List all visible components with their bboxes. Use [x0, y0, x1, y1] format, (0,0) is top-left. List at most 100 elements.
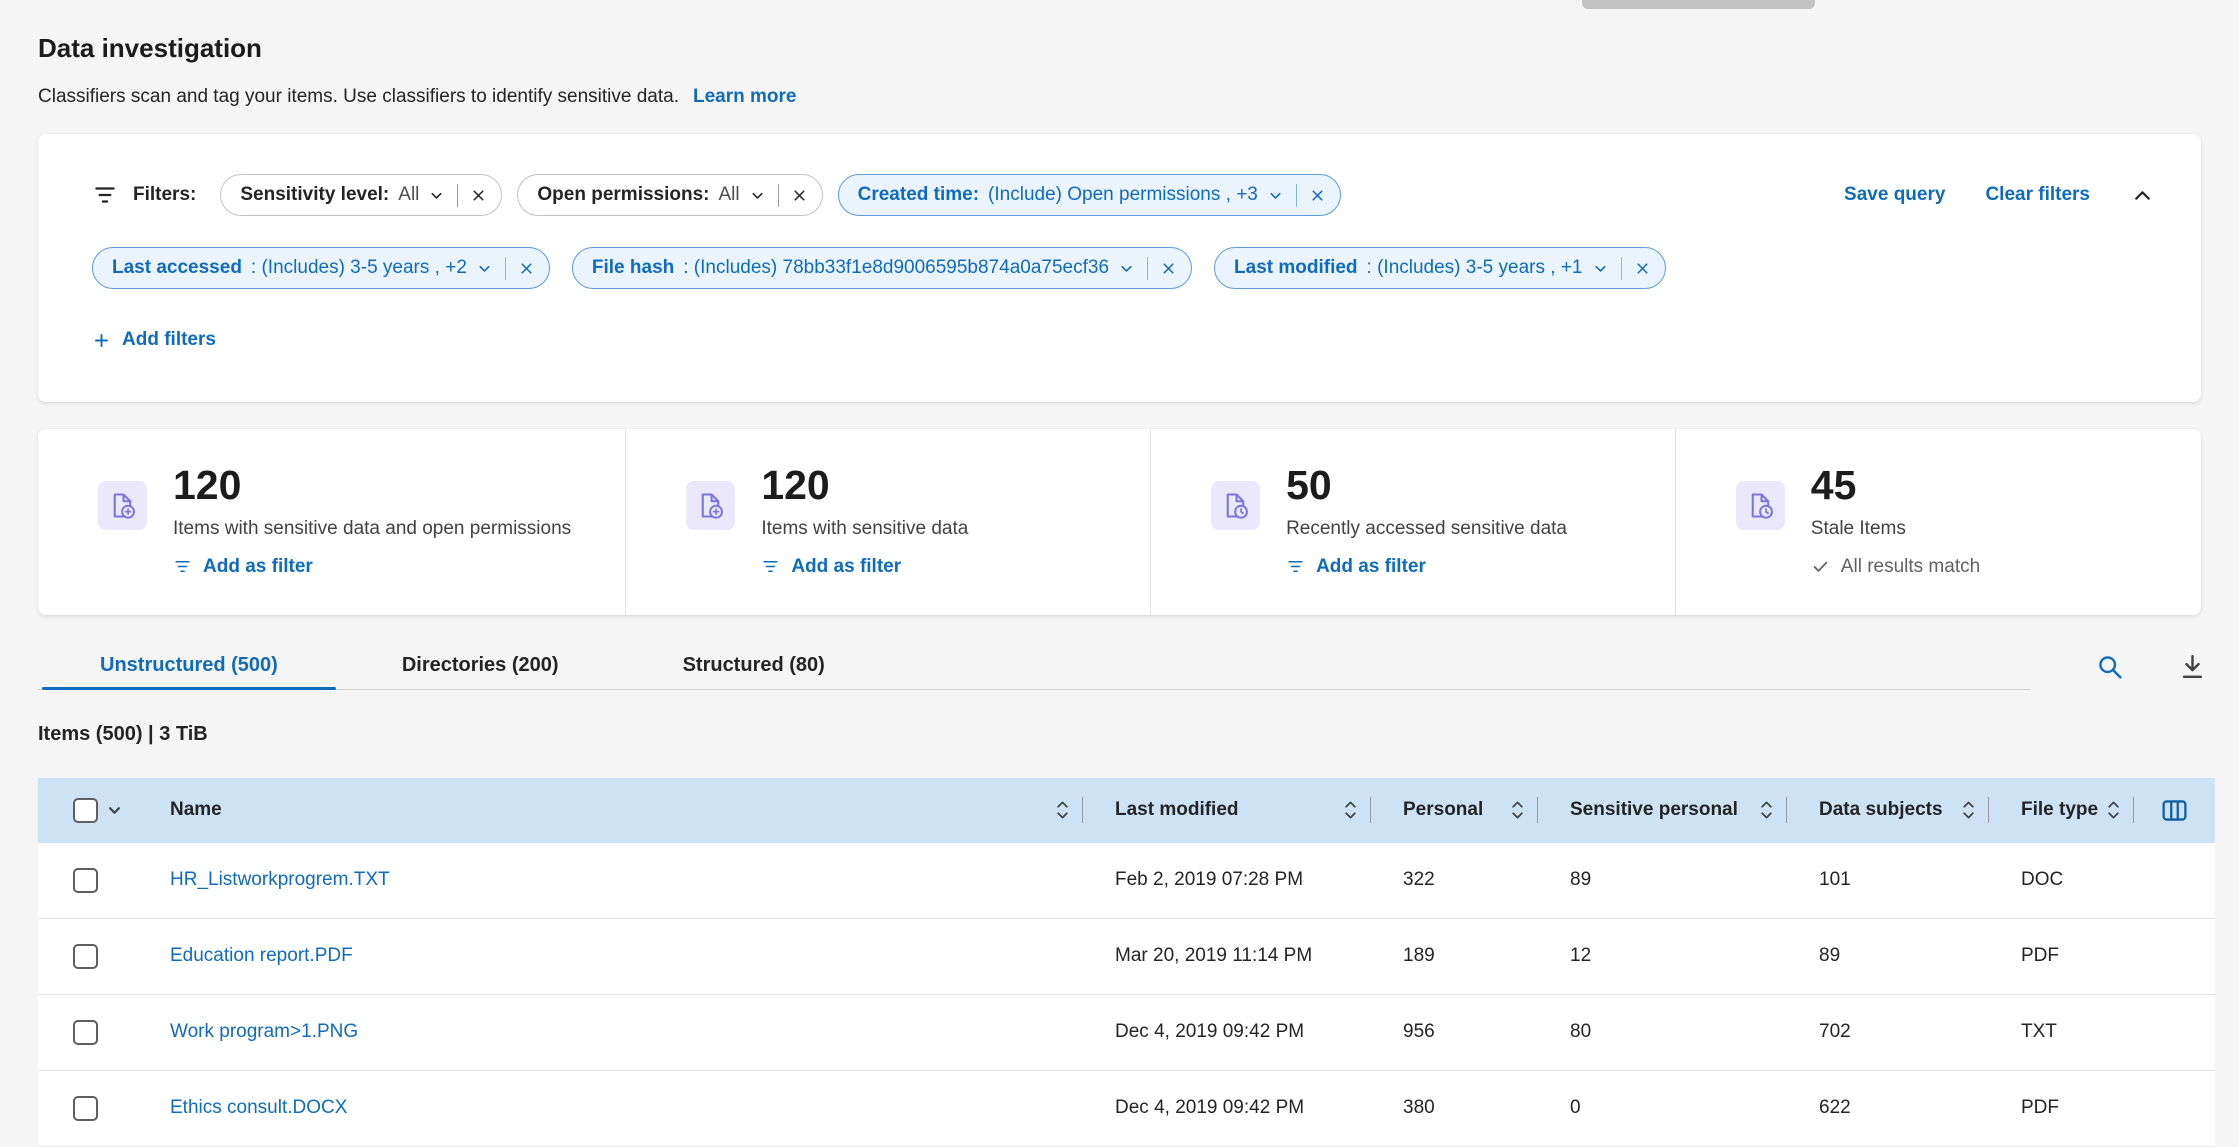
select-all-checkbox[interactable]: [73, 798, 98, 823]
cell-sensitive-personal: 12: [1538, 919, 1787, 994]
row-checkbox[interactable]: [73, 868, 98, 893]
caret-down-icon[interactable]: [107, 803, 122, 818]
sort-arrows-icon[interactable]: [1344, 798, 1357, 822]
remove-filter-icon[interactable]: [1160, 260, 1177, 277]
column-label: Name: [170, 799, 222, 821]
download-icon[interactable]: [2178, 652, 2207, 681]
filter-pill-open-permissions[interactable]: Open permissions: All: [517, 174, 822, 216]
filter-pill-file-hash[interactable]: File hash : (Includes) 78bb33f1e8d900659…: [572, 247, 1192, 289]
filters-panel: Filters: Sensitivity level: All Open per…: [38, 134, 2201, 402]
column-label: Data subjects: [1819, 799, 1943, 821]
page-title: Data investigation: [38, 33, 2201, 63]
stat-card-sensitive-data: 120 Items with sensitive data Add as fil…: [626, 429, 1151, 615]
search-icon[interactable]: [2095, 652, 2124, 681]
select-all-cell: [38, 778, 138, 843]
remove-filter-icon[interactable]: [791, 187, 808, 204]
remove-filter-icon[interactable]: [470, 187, 487, 204]
save-query-button[interactable]: Save query: [1844, 184, 1945, 206]
column-header-sensitive-personal[interactable]: Sensitive personal: [1538, 778, 1787, 843]
remove-filter-icon[interactable]: [518, 260, 535, 277]
all-results-match-status: All results match: [1811, 556, 1980, 578]
column-options-icon[interactable]: [2160, 796, 2189, 825]
cell-personal: 189: [1371, 919, 1538, 994]
add-filters-label: Add filters: [122, 329, 216, 351]
filter-pill-label: Last modified: [1234, 257, 1358, 279]
chevron-down-icon[interactable]: [749, 187, 766, 204]
filter-pill-last-modified[interactable]: Last modified : (Includes) 3-5 years , +…: [1214, 247, 1665, 289]
tab-label: Directories (200): [402, 654, 559, 677]
stat-label: Recently accessed sensitive data: [1286, 518, 1567, 540]
filters-label: Filters:: [133, 184, 196, 206]
chevron-down-icon[interactable]: [428, 187, 445, 204]
column-header-last-modified[interactable]: Last modified: [1083, 778, 1371, 843]
filter-pill-created-time[interactable]: Created time: (Include) Open permissions…: [838, 174, 1341, 216]
learn-more-link[interactable]: Learn more: [693, 86, 796, 107]
table-header: Name Last modified Personal Sensitive pe…: [38, 778, 2215, 843]
file-name-link[interactable]: Work program>1.PNG: [170, 1021, 358, 1043]
row-checkbox[interactable]: [73, 1096, 98, 1121]
column-header-file-type[interactable]: File type: [1989, 778, 2134, 843]
cell-last-modified: Feb 2, 2019 07:28 PM: [1083, 843, 1371, 918]
filter-pill-value: : (Includes) 78bb33f1e8d9006595b874a0a75…: [683, 257, 1109, 279]
table-row: Ethics consult.DOCX Dec 4, 2019 09:42 PM…: [38, 1071, 2215, 1147]
add-as-filter-button[interactable]: Add as filter: [761, 556, 901, 578]
stale-items-icon: [1736, 481, 1785, 530]
funnel-icon: [761, 557, 780, 576]
cell-data-subjects: 101: [1787, 843, 1989, 918]
pill-divider: [1147, 257, 1148, 280]
horizontal-scrollbar-thumb[interactable]: [1582, 0, 1815, 9]
chevron-down-icon[interactable]: [476, 260, 493, 277]
sort-arrows-icon[interactable]: [1511, 798, 1524, 822]
table-toolbar: [2095, 652, 2207, 681]
filter-pill-value: All: [719, 184, 740, 206]
filter-pill-value: : (Includes) 3-5 years , +2: [251, 257, 467, 279]
tab-unstructured[interactable]: Unstructured (500): [38, 642, 340, 689]
sort-arrows-icon[interactable]: [2107, 798, 2120, 822]
cell-last-modified: Dec 4, 2019 09:42 PM: [1083, 1071, 1371, 1146]
remove-filter-icon[interactable]: [1309, 187, 1326, 204]
sort-arrows-icon[interactable]: [1760, 798, 1773, 822]
clear-filters-button[interactable]: Clear filters: [1985, 184, 2090, 206]
row-checkbox[interactable]: [73, 944, 98, 969]
funnel-icon: [1286, 557, 1305, 576]
row-checkbox[interactable]: [73, 1020, 98, 1045]
stats-panel: 120 Items with sensitive data and open p…: [38, 429, 2201, 615]
chevron-down-icon[interactable]: [1592, 260, 1609, 277]
sort-arrows-icon[interactable]: [1962, 798, 1975, 822]
add-as-filter-label: Add as filter: [203, 556, 313, 578]
file-name-link[interactable]: HR_Listworkprogrem.TXT: [170, 869, 390, 891]
page-subtitle: Classifiers scan and tag your items. Use…: [38, 86, 679, 107]
stat-card-recently-accessed: 50 Recently accessed sensitive data Add …: [1151, 429, 1676, 615]
remove-filter-icon[interactable]: [1634, 260, 1651, 277]
filter-pill-sensitivity-level[interactable]: Sensitivity level: All: [220, 174, 502, 216]
chevron-down-icon[interactable]: [1118, 260, 1135, 277]
data-investigation-page: Data investigation Classifiers scan and …: [0, 0, 2239, 1147]
chevron-up-icon[interactable]: [2130, 183, 2155, 208]
cell-file-type: DOC: [1989, 843, 2134, 918]
column-header-personal[interactable]: Personal: [1371, 778, 1538, 843]
chevron-down-icon[interactable]: [1267, 187, 1284, 204]
tab-label: Structured (80): [683, 654, 825, 677]
tab-directories[interactable]: Directories (200): [340, 642, 621, 689]
file-name-link[interactable]: Education report.PDF: [170, 945, 353, 967]
tab-structured[interactable]: Structured (80): [621, 642, 887, 689]
filter-pill-label: Last accessed: [112, 257, 242, 279]
pill-divider: [1296, 184, 1297, 207]
cell-file-type: PDF: [1989, 919, 2134, 994]
stat-label: Stale Items: [1811, 518, 1980, 540]
filter-pill-last-accessed[interactable]: Last accessed : (Includes) 3-5 years , +…: [92, 247, 550, 289]
stat-label: Items with sensitive data: [761, 518, 968, 540]
column-header-data-subjects[interactable]: Data subjects: [1787, 778, 1989, 843]
items-sensitive-open-icon: [98, 481, 147, 530]
filter-pill-label: Created time:: [858, 184, 979, 206]
add-as-filter-button[interactable]: Add as filter: [173, 556, 313, 578]
pill-divider: [457, 184, 458, 207]
file-name-link[interactable]: Ethics consult.DOCX: [170, 1097, 347, 1119]
table-row: HR_Listworkprogrem.TXT Feb 2, 2019 07:28…: [38, 843, 2215, 919]
sort-arrows-icon[interactable]: [1056, 798, 1069, 822]
add-filters-button[interactable]: Add filters: [92, 329, 216, 351]
column-header-name[interactable]: Name: [138, 778, 1083, 843]
add-as-filter-button[interactable]: Add as filter: [1286, 556, 1426, 578]
stat-value: 45: [1811, 461, 1980, 509]
filter-pill-value: All: [398, 184, 419, 206]
